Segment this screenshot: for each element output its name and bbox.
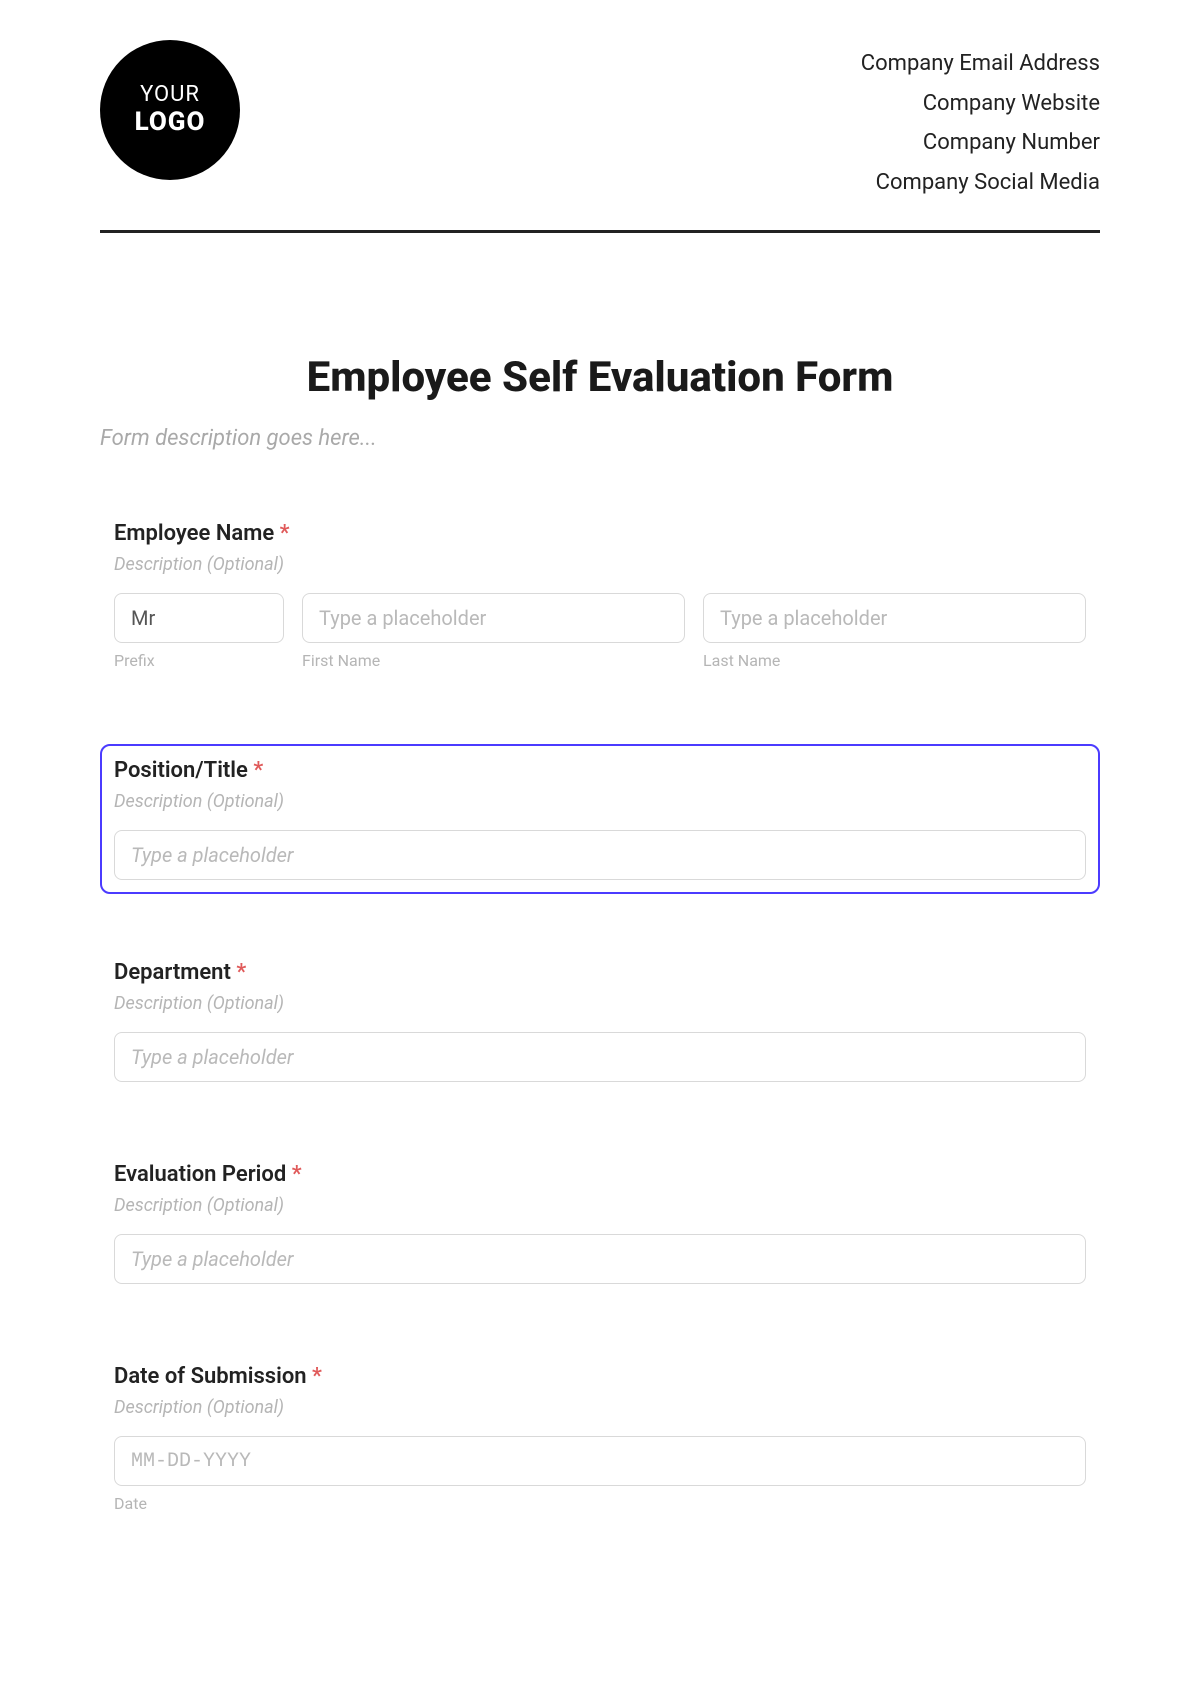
name-row: Prefix First Name Last Name [114, 593, 1086, 670]
field-label: Evaluation Period * [114, 1162, 1086, 1187]
field-date-of-submission: Date of Submission * Description (Option… [100, 1350, 1100, 1527]
position-input[interactable] [114, 830, 1086, 880]
company-website: Company Website [861, 84, 1100, 124]
field-description[interactable]: Description (Optional) [114, 1195, 1086, 1216]
logo-line1: YOUR [140, 82, 200, 107]
field-department: Department * Description (Optional) [100, 946, 1100, 1096]
field-evaluation-period: Evaluation Period * Description (Optiona… [100, 1148, 1100, 1298]
required-mark: * [253, 758, 263, 783]
prefix-sublabel: Prefix [114, 651, 284, 670]
logo-placeholder: YOUR LOGO [100, 40, 240, 180]
field-label: Employee Name * [114, 521, 1086, 546]
last-name-sublabel: Last Name [703, 651, 1086, 670]
field-description[interactable]: Description (Optional) [114, 1397, 1086, 1418]
form-description[interactable]: Form description goes here... [100, 426, 1100, 451]
first-name-sublabel: First Name [302, 651, 685, 670]
field-position-title[interactable]: Position/Title * Description (Optional) [100, 744, 1100, 894]
required-mark: * [236, 960, 246, 985]
date-sublabel: Date [114, 1494, 1086, 1513]
required-mark: * [312, 1364, 322, 1389]
department-input[interactable] [114, 1032, 1086, 1082]
field-employee-name: Employee Name * Description (Optional) P… [100, 507, 1100, 692]
label-text: Department [114, 960, 231, 985]
company-number: Company Number [861, 123, 1100, 163]
evaluation-period-input[interactable] [114, 1234, 1086, 1284]
required-mark: * [292, 1162, 302, 1187]
field-label: Position/Title * [114, 758, 1086, 783]
field-label: Date of Submission * [114, 1364, 1086, 1389]
form-title: Employee Self Evaluation Form [100, 353, 1100, 402]
label-text: Date of Submission [114, 1364, 307, 1389]
prefix-input[interactable] [114, 593, 284, 643]
last-name-input[interactable] [703, 593, 1086, 643]
logo-line2: LOGO [135, 108, 206, 138]
field-label: Department * [114, 960, 1086, 985]
company-info: Company Email Address Company Website Co… [861, 40, 1100, 202]
label-text: Position/Title [114, 758, 248, 783]
date-input[interactable] [114, 1436, 1086, 1486]
company-email: Company Email Address [861, 44, 1100, 84]
field-description[interactable]: Description (Optional) [114, 554, 1086, 575]
label-text: Employee Name [114, 521, 274, 546]
first-name-input[interactable] [302, 593, 685, 643]
form-page: YOUR LOGO Company Email Address Company … [0, 0, 1200, 1617]
label-text: Evaluation Period [114, 1162, 286, 1187]
field-description[interactable]: Description (Optional) [114, 791, 1086, 812]
company-social: Company Social Media [861, 163, 1100, 203]
required-mark: * [280, 521, 290, 546]
field-description[interactable]: Description (Optional) [114, 993, 1086, 1014]
header: YOUR LOGO Company Email Address Company … [100, 40, 1100, 233]
